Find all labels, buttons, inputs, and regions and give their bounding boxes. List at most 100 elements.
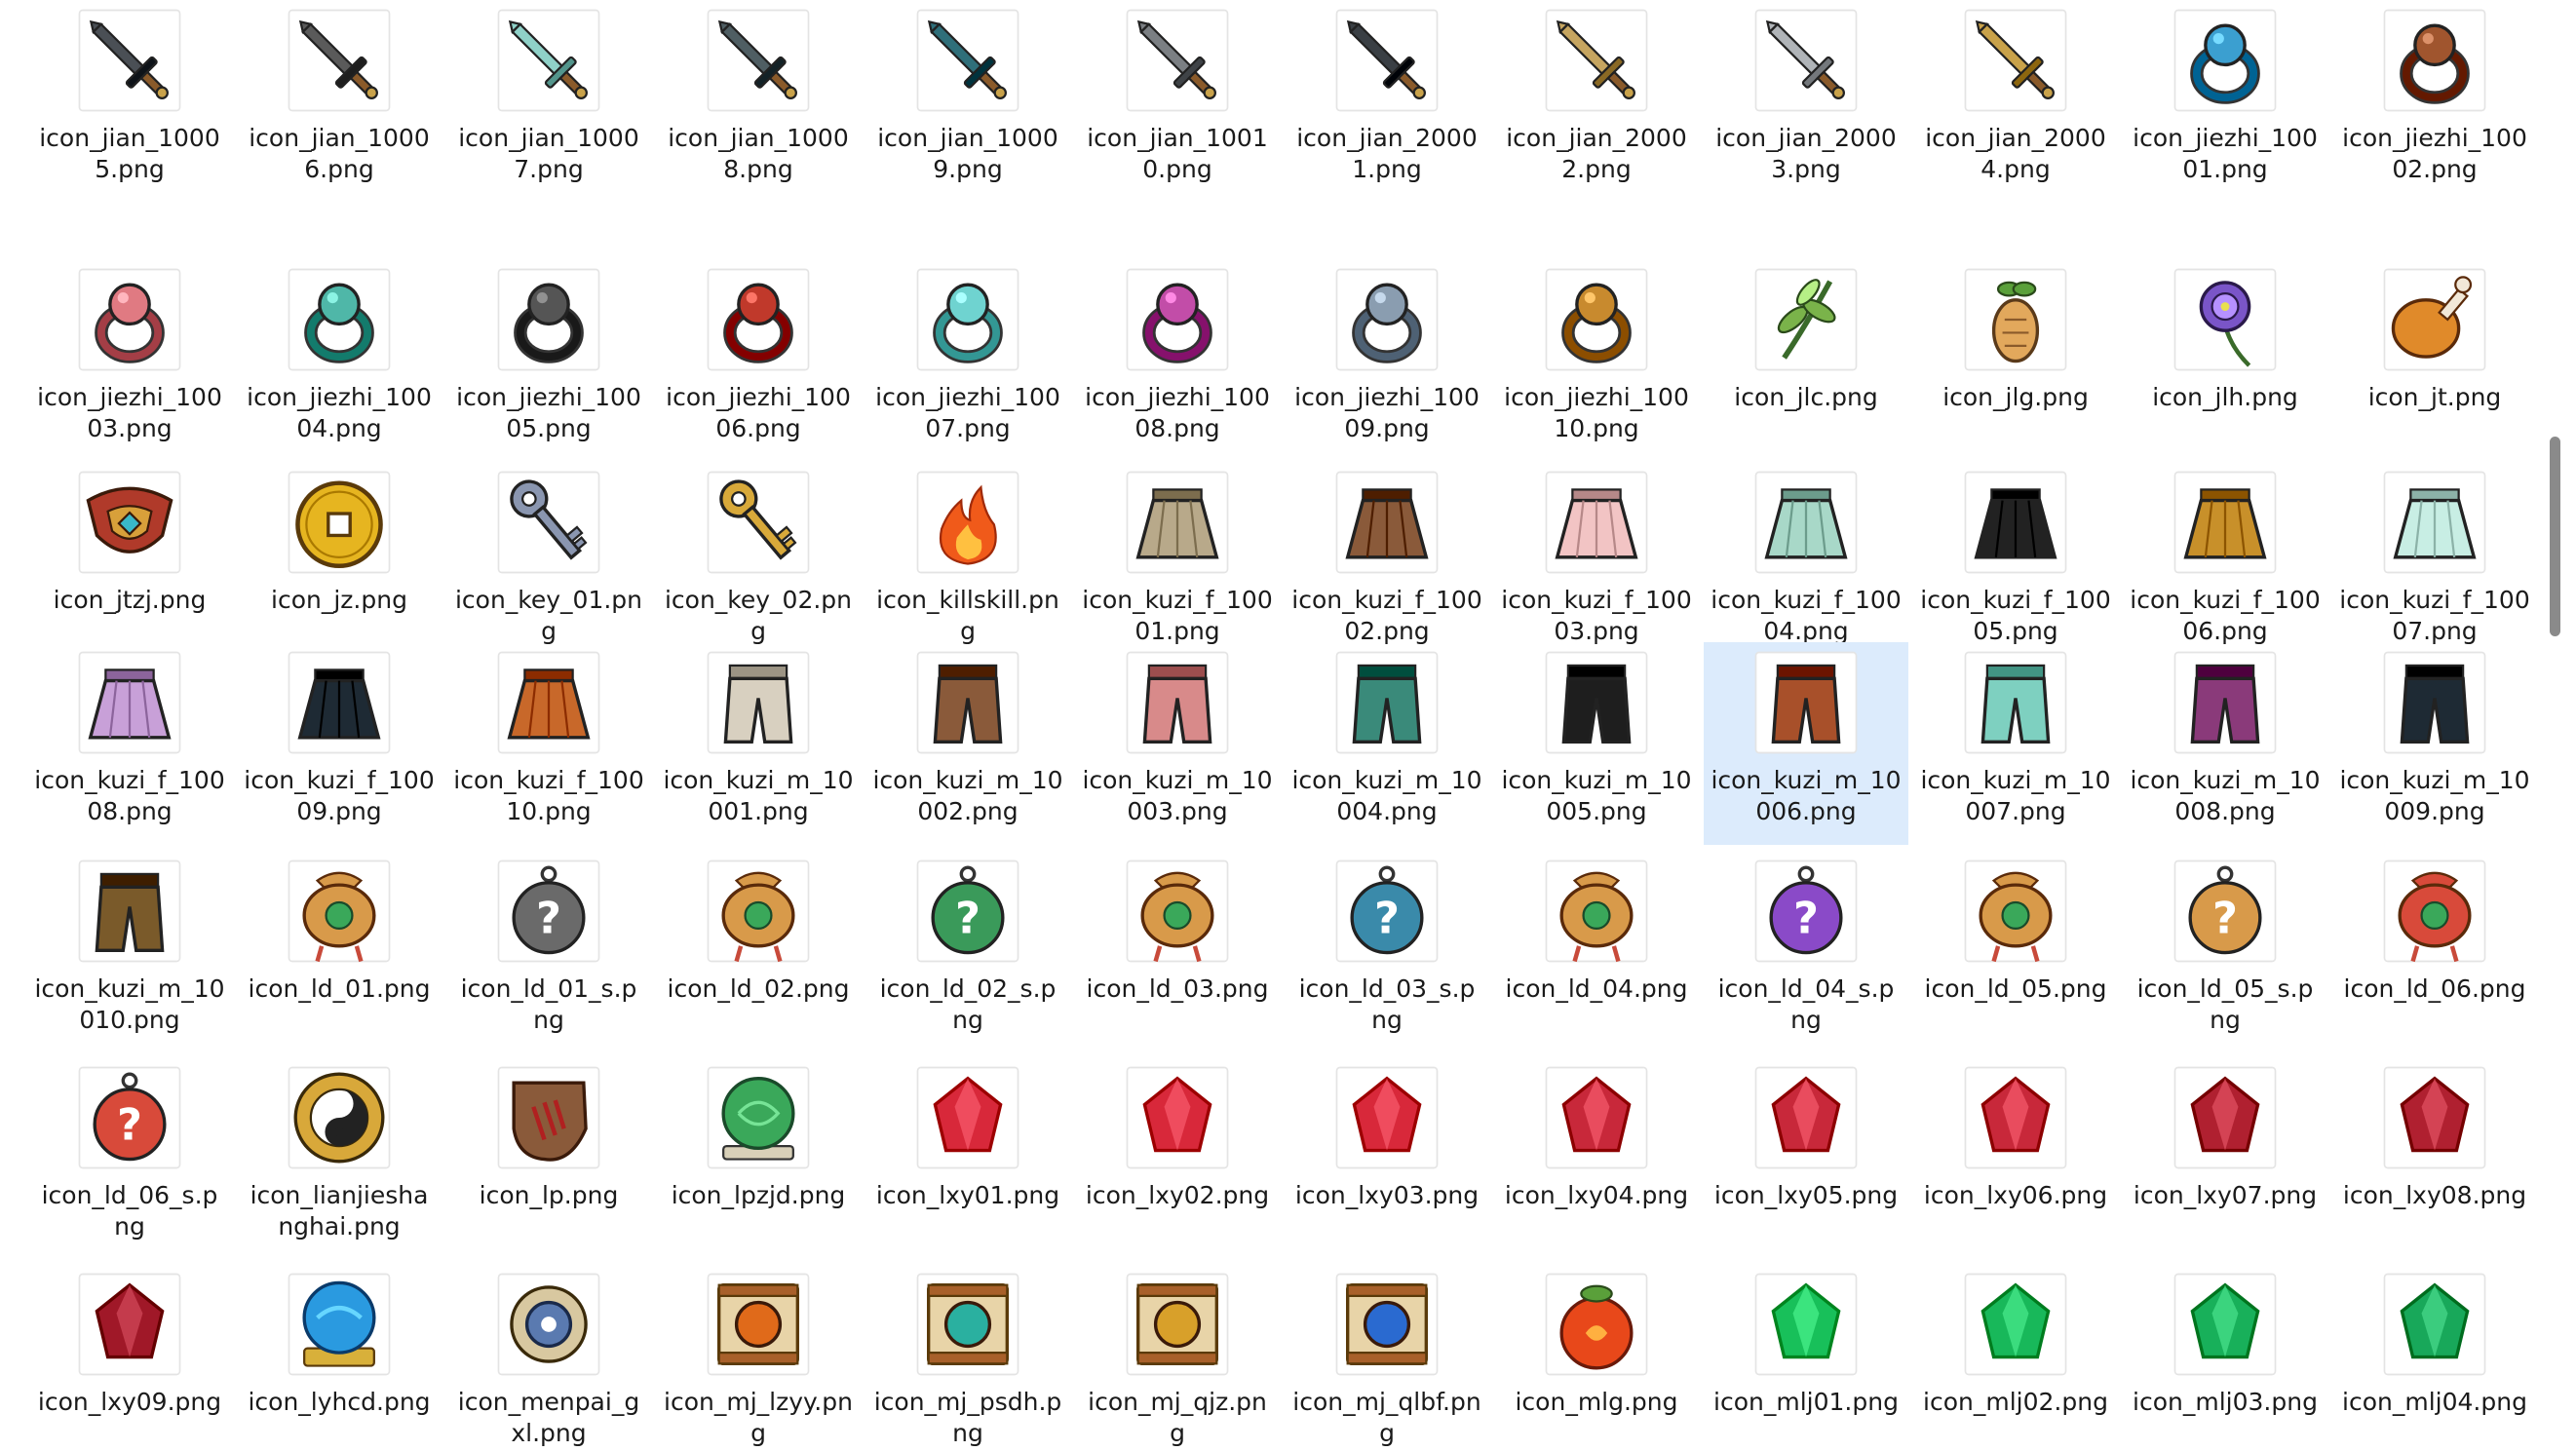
file-item[interactable]: icon_mlj01.png [1704, 1264, 1908, 1451]
file-item[interactable]: icon_kuzi_m_10002.png [865, 642, 1070, 845]
file-item[interactable]: icon_jian_10009.png [865, 0, 1070, 195]
file-item[interactable]: icon_kuzi_m_10010.png [27, 851, 232, 1053]
file-item[interactable]: icon_kuzi_f_10002.png [1285, 462, 1489, 645]
file-name: icon_ld_03.png [1086, 974, 1269, 1003]
green-orb-icon [704, 1063, 813, 1172]
file-item[interactable]: icon_kuzi_m_10007.png [1913, 642, 2118, 845]
skirt-icon [2171, 468, 2280, 577]
file-item[interactable]: icon_jz.png [237, 462, 442, 639]
file-item[interactable]: icon_kuzi_f_10006.png [2123, 462, 2327, 645]
file-item[interactable]: icon_lianjieshanghai.png [237, 1057, 442, 1260]
file-item[interactable]: icon_kuzi_f_10010.png [446, 642, 651, 845]
ring-icon [285, 265, 394, 374]
ring-icon [2171, 6, 2280, 115]
file-item[interactable]: icon_jt.png [2332, 259, 2537, 460]
file-item[interactable]: icon_lxy07.png [2123, 1057, 2327, 1260]
file-item[interactable]: icon_lxy09.png [27, 1264, 232, 1451]
file-item[interactable]: icon_jiezhi_10006.png [656, 259, 861, 460]
file-item[interactable]: icon_jiezhi_10007.png [865, 259, 1070, 460]
file-name: icon_key_02.png [664, 586, 853, 645]
file-item[interactable]: icon_jian_10006.png [237, 0, 442, 195]
file-item[interactable]: icon_kuzi_m_10008.png [2123, 642, 2327, 845]
file-item[interactable]: icon_mlg.png [1494, 1264, 1699, 1451]
file-item[interactable]: icon_ld_05.png [1913, 851, 2118, 1053]
file-item[interactable]: icon_kuzi_f_10003.png [1494, 462, 1699, 645]
file-item[interactable]: icon_killskill.png [865, 462, 1070, 645]
file-item[interactable]: ? icon_ld_05_s.png [2123, 851, 2327, 1053]
file-item[interactable]: icon_jiezhi_10009.png [1285, 259, 1489, 460]
file-item[interactable]: icon_jiezhi_10005.png [446, 259, 651, 460]
file-item[interactable]: icon_lxy05.png [1704, 1057, 1908, 1260]
file-item[interactable]: icon_jian_10008.png [656, 0, 861, 195]
file-item[interactable]: icon_mlj04.png [2332, 1264, 2537, 1451]
file-item[interactable]: icon_jiezhi_10002.png [2332, 0, 2537, 195]
ring-icon [1123, 265, 1232, 374]
scrollbar-thumb[interactable] [2550, 437, 2560, 636]
file-item[interactable]: icon_ld_04.png [1494, 851, 1699, 1053]
file-item[interactable]: ? icon_ld_03_s.png [1285, 851, 1489, 1053]
file-item[interactable]: icon_kuzi_m_10003.png [1075, 642, 1280, 845]
file-item[interactable]: icon_kuzi_m_10004.png [1285, 642, 1489, 845]
file-item[interactable]: icon_kuzi_f_10007.png [2332, 462, 2537, 645]
file-item[interactable]: icon_kuzi_m_10001.png [656, 642, 861, 845]
file-item[interactable]: icon_kuzi_m_10009.png [2332, 642, 2537, 845]
file-item[interactable]: icon_jiezhi_10003.png [27, 259, 232, 460]
file-item[interactable]: ? icon_ld_06_s.png [27, 1057, 232, 1260]
file-item[interactable]: icon_lpzjd.png [656, 1057, 861, 1260]
file-item[interactable]: icon_jiezhi_10001.png [2123, 0, 2327, 195]
file-item[interactable]: icon_kuzi_f_10004.png [1704, 462, 1908, 645]
file-name: icon_jiezhi_10005.png [456, 383, 641, 442]
file-item[interactable]: icon_lxy04.png [1494, 1057, 1699, 1260]
file-item[interactable]: icon_lxy01.png [865, 1057, 1070, 1260]
file-item[interactable]: icon_kuzi_f_10008.png [27, 642, 232, 845]
file-item[interactable]: icon_jiezhi_10004.png [237, 259, 442, 460]
file-item[interactable]: ? icon_ld_04_s.png [1704, 851, 1908, 1053]
file-item[interactable]: icon_jian_10010.png [1075, 0, 1280, 195]
file-item[interactable]: icon_kuzi_f_10001.png [1075, 462, 1280, 645]
file-item[interactable]: icon_key_01.png [446, 462, 651, 645]
file-item[interactable]: icon_mlj02.png [1913, 1264, 2118, 1451]
file-item[interactable]: icon_kuzi_f_10009.png [237, 642, 442, 845]
file-item[interactable]: ? icon_ld_02_s.png [865, 851, 1070, 1053]
file-item[interactable]: icon_mj_lzyy.png [656, 1264, 861, 1451]
file-item[interactable]: icon_lxy03.png [1285, 1057, 1489, 1260]
file-item[interactable]: icon_jiezhi_10010.png [1494, 259, 1699, 460]
file-name: icon_mj_psdh.png [873, 1388, 1062, 1447]
file-item[interactable]: icon_jian_20002.png [1494, 0, 1699, 195]
file-name: icon_kuzi_f_10003.png [1501, 586, 1692, 645]
file-item[interactable]: ? icon_ld_01_s.png [446, 851, 651, 1053]
file-item[interactable]: icon_kuzi_f_10005.png [1913, 462, 2118, 645]
file-item[interactable]: icon_ld_01.png [237, 851, 442, 1053]
file-item[interactable]: icon_lxy06.png [1913, 1057, 2118, 1260]
vertical-scrollbar[interactable] [2534, 0, 2576, 1451]
file-item[interactable]: icon_ld_02.png [656, 851, 861, 1053]
file-item[interactable]: icon_kuzi_m_10005.png [1494, 642, 1699, 845]
file-item[interactable]: icon_lyhcd.png [237, 1264, 442, 1451]
file-item[interactable]: icon_ld_03.png [1075, 851, 1280, 1053]
file-item[interactable]: icon_mlj03.png [2123, 1264, 2327, 1451]
file-item[interactable]: icon_jlg.png [1913, 259, 2118, 460]
file-item[interactable]: icon_key_02.png [656, 462, 861, 645]
file-item[interactable]: icon_jian_20004.png [1913, 0, 2118, 195]
file-item[interactable]: icon_ld_06.png [2332, 851, 2537, 1053]
file-name: icon_kuzi_m_10003.png [1082, 766, 1273, 825]
file-item[interactable]: icon_jtzj.png [27, 462, 232, 639]
file-item[interactable]: icon_jian_10007.png [446, 0, 651, 195]
file-item[interactable]: icon_kuzi_m_10006.png [1704, 642, 1908, 845]
file-item[interactable]: icon_mj_psdh.png [865, 1264, 1070, 1451]
file-item[interactable]: icon_jlc.png [1704, 259, 1908, 460]
file-item[interactable]: icon_lp.png [446, 1057, 651, 1260]
file-item[interactable]: icon_jiezhi_10008.png [1075, 259, 1280, 460]
file-item[interactable]: icon_menpai_gxl.png [446, 1264, 651, 1451]
herb-icon [1751, 265, 1861, 374]
file-name: icon_lxy01.png [875, 1181, 1060, 1209]
file-item[interactable]: icon_jian_20001.png [1285, 0, 1489, 195]
file-item[interactable]: icon_mj_qlbf.png [1285, 1264, 1489, 1451]
file-item[interactable]: icon_jlh.png [2123, 259, 2327, 460]
file-item[interactable]: icon_mj_qjz.png [1075, 1264, 1280, 1451]
file-item[interactable]: icon_lxy08.png [2332, 1057, 2537, 1260]
file-item[interactable]: icon_jian_10005.png [27, 0, 232, 195]
scroll-book-icon [913, 1270, 1022, 1379]
file-item[interactable]: icon_jian_20003.png [1704, 0, 1908, 195]
file-item[interactable]: icon_lxy02.png [1075, 1057, 1280, 1260]
